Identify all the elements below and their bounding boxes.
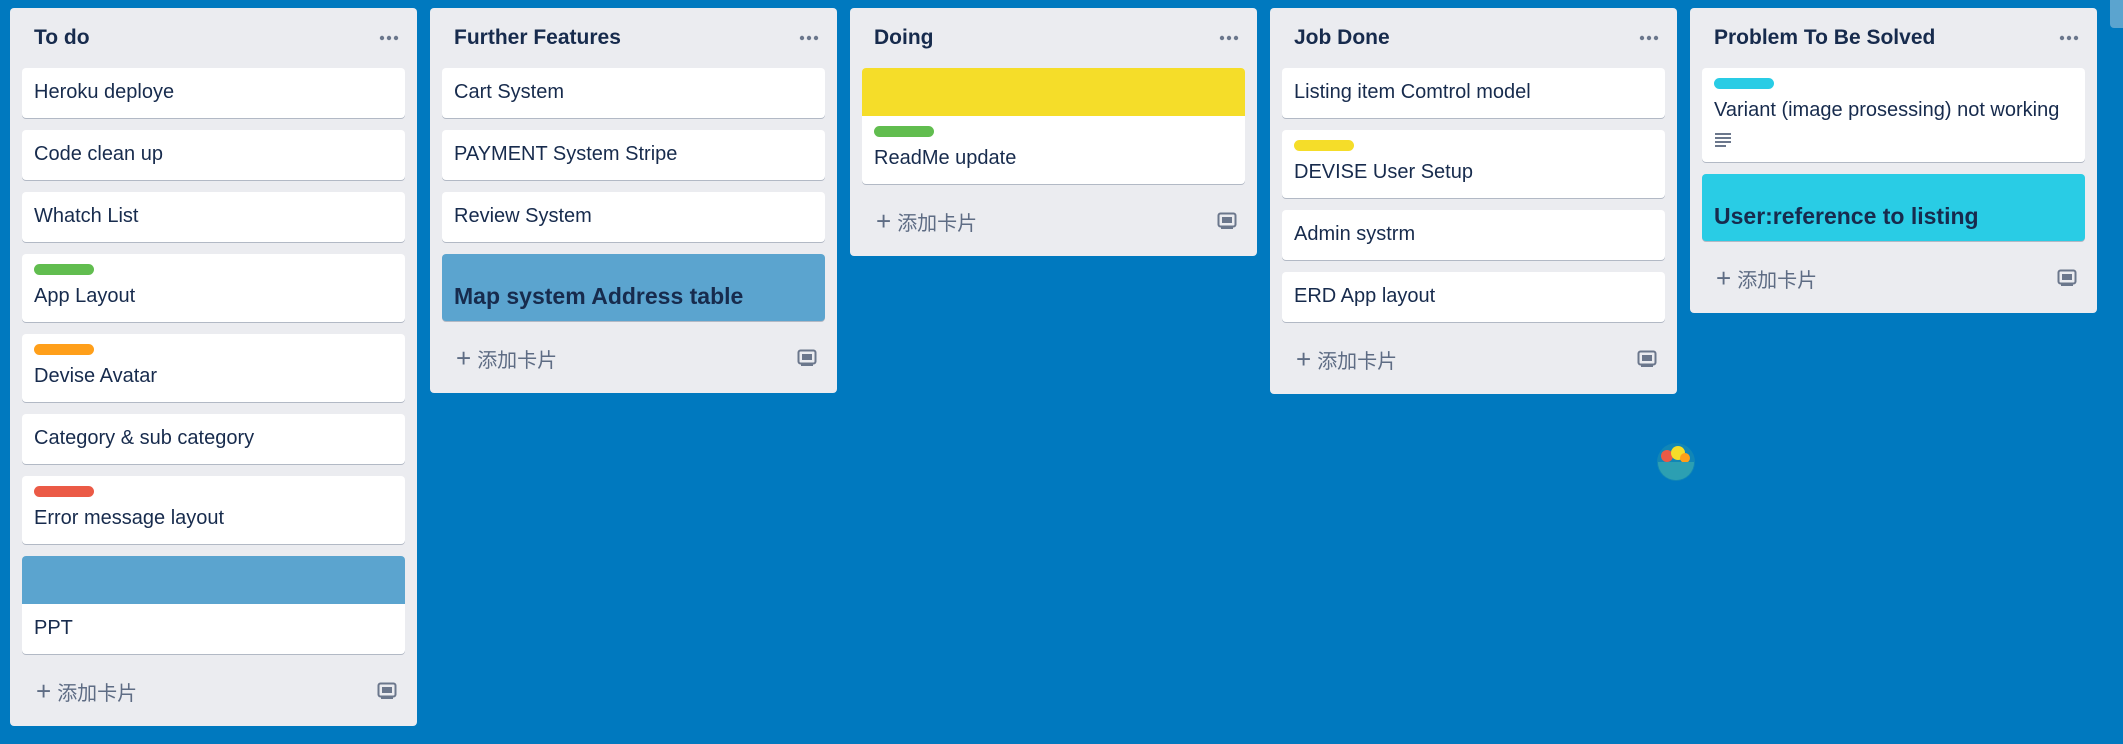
add-card-button[interactable]: + 添加卡片: [1282, 334, 1665, 384]
card[interactable]: Whatch List: [22, 192, 405, 242]
description-icon: [1714, 131, 2073, 151]
list-further-features: Further Features Cart System PAYMENT Sys…: [430, 8, 837, 393]
label-red[interactable]: [34, 486, 94, 497]
plus-icon: +: [456, 343, 472, 373]
plus-icon: +: [1716, 263, 1732, 293]
card-template-icon[interactable]: [797, 349, 817, 367]
add-card-label: 添加卡片: [57, 682, 138, 705]
board: To do Heroku deploye Code clean up Whatc…: [0, 0, 2123, 744]
label-green[interactable]: [34, 264, 94, 275]
card-full-cover[interactable]: Map system Address table: [442, 254, 825, 321]
list-title[interactable]: To do: [34, 26, 90, 50]
card[interactable]: PPT: [22, 556, 405, 654]
list-job-done: Job Done Listing item Comtrol model DEVI…: [1270, 8, 1677, 394]
list-header: Further Features: [442, 8, 825, 68]
card-title: ReadMe update: [874, 147, 1017, 169]
more-options-icon[interactable]: [2053, 22, 2085, 54]
card-title: Map system Address table: [454, 283, 744, 309]
card-title: Review System: [454, 205, 592, 227]
card-cover: [22, 556, 405, 604]
list-title[interactable]: Further Features: [454, 26, 621, 50]
card-cover: [862, 68, 1245, 116]
card[interactable]: App Layout: [22, 254, 405, 322]
card-title: Devise Avatar: [34, 365, 158, 387]
list-header: Problem To Be Solved: [1702, 8, 2085, 68]
card[interactable]: Listing item Comtrol model: [1282, 68, 1665, 118]
add-card-label: 添加卡片: [477, 349, 558, 372]
card-template-icon[interactable]: [1217, 212, 1237, 230]
card[interactable]: Devise Avatar: [22, 334, 405, 402]
card-title: PPT: [34, 617, 73, 639]
card-template-icon[interactable]: [377, 682, 397, 700]
add-card-button[interactable]: + 添加卡片: [1702, 253, 2085, 303]
card[interactable]: PAYMENT System Stripe: [442, 130, 825, 180]
add-card-label: 添加卡片: [1737, 269, 1818, 292]
card-title: Whatch List: [34, 205, 139, 227]
card-title: PAYMENT System Stripe: [454, 143, 678, 165]
label-orange[interactable]: [34, 344, 94, 355]
card-title: Variant (image prosessing) not working: [1714, 99, 2060, 121]
next-list-edge[interactable]: [2110, 0, 2123, 28]
more-options-icon[interactable]: [373, 22, 405, 54]
list-header: Job Done: [1282, 8, 1665, 68]
card-full-cover[interactable]: User:reference to listing: [1702, 174, 2085, 241]
plus-icon: +: [876, 206, 892, 236]
card[interactable]: Code clean up: [22, 130, 405, 180]
card-title: User:reference to listing: [1714, 203, 1979, 229]
label-sky[interactable]: [1714, 78, 1774, 89]
card[interactable]: ReadMe update: [862, 68, 1245, 184]
label-green[interactable]: [874, 126, 934, 137]
list-to-do: To do Heroku deploye Code clean up Whatc…: [10, 8, 417, 726]
more-options-icon[interactable]: [1633, 22, 1665, 54]
card-title: Listing item Comtrol model: [1294, 81, 1531, 103]
card[interactable]: Category & sub category: [22, 414, 405, 464]
card[interactable]: Admin systrm: [1282, 210, 1665, 260]
list-doing: Doing ReadMe update + 添加卡片: [850, 8, 1257, 256]
card[interactable]: DEVISE User Setup: [1282, 130, 1665, 198]
list-title[interactable]: Job Done: [1294, 26, 1390, 50]
add-card-button[interactable]: + 添加卡片: [862, 196, 1245, 246]
card-title: App Layout: [34, 285, 136, 307]
card[interactable]: Review System: [442, 192, 825, 242]
fruit-bowl-icon: [1657, 443, 1695, 481]
card[interactable]: Cart System: [442, 68, 825, 118]
add-card-button[interactable]: + 添加卡片: [22, 666, 405, 716]
card[interactable]: Error message layout: [22, 476, 405, 544]
card-title: Code clean up: [34, 143, 163, 165]
list-header: To do: [22, 8, 405, 68]
label-yellow[interactable]: [1294, 140, 1354, 151]
card-title: ERD App layout: [1294, 285, 1436, 307]
card-title: Admin systrm: [1294, 223, 1416, 245]
card[interactable]: ERD App layout: [1282, 272, 1665, 322]
card-title: Error message layout: [34, 507, 225, 529]
card-title: Category & sub category: [34, 427, 255, 449]
add-card-label: 添加卡片: [897, 212, 978, 235]
card-template-icon[interactable]: [1637, 350, 1657, 368]
add-card-label: 添加卡片: [1317, 350, 1398, 373]
card-template-icon[interactable]: [2057, 269, 2077, 287]
plus-icon: +: [1296, 344, 1312, 374]
plus-icon: +: [36, 676, 52, 706]
list-title[interactable]: Doing: [874, 26, 933, 50]
card[interactable]: Heroku deploye: [22, 68, 405, 118]
card-title: Cart System: [454, 81, 565, 103]
add-card-button[interactable]: + 添加卡片: [442, 333, 825, 383]
more-options-icon[interactable]: [793, 22, 825, 54]
card[interactable]: Variant (image prosessing) not working: [1702, 68, 2085, 162]
list-problem-to-be-solved: Problem To Be Solved Variant (image pros…: [1690, 8, 2097, 313]
list-title[interactable]: Problem To Be Solved: [1714, 26, 1935, 50]
card-title: DEVISE User Setup: [1294, 161, 1473, 183]
card-title: Heroku deploye: [34, 81, 175, 103]
more-options-icon[interactable]: [1213, 22, 1245, 54]
list-header: Doing: [862, 8, 1245, 68]
